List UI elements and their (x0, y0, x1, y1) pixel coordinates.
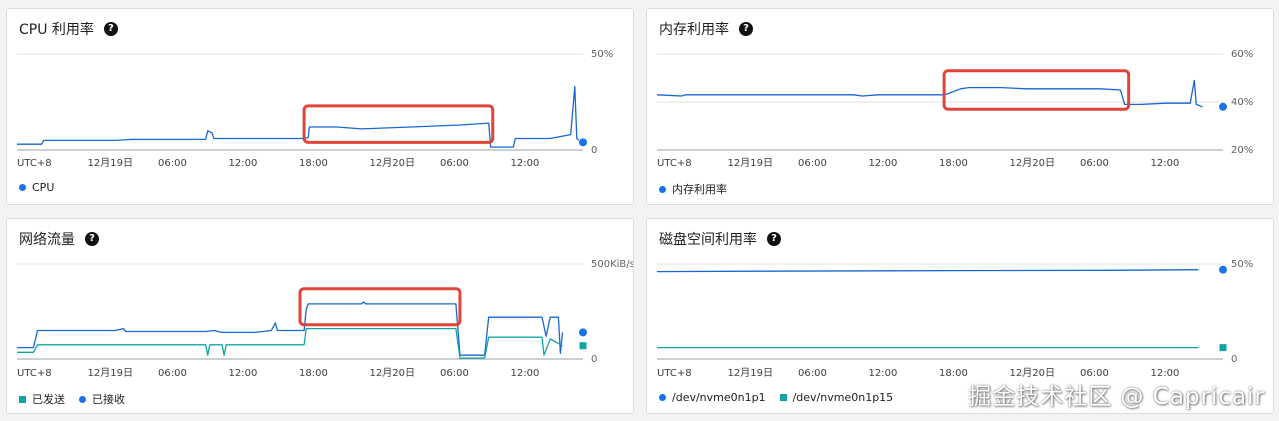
network-traffic-card: 网络流量 ? 500KiB/s 0 UTC+8 12月19日 06:00 12:00 18:… (6, 218, 634, 414)
legend-label-nvme0n1p1: /dev/nvme0n1p1 (672, 391, 766, 404)
legend-item-received[interactable]: 已接收 (79, 391, 125, 407)
x-tick-label: 06:00 (158, 368, 187, 379)
y-axis-mid-label: 40% (1231, 97, 1253, 108)
legend-item-sent[interactable]: 已发送 (19, 391, 65, 407)
x-tick-label: 06:00 (158, 158, 187, 169)
memory-utilization-card: 内存利用率 ? 60% 40% 20% UTC+8 12月19日 06:00 12:00 18… (646, 8, 1274, 205)
x-tick-label: 06:00 (440, 368, 469, 379)
disk-legend: /dev/nvme0n1p1 /dev/nvme0n1p15 (659, 391, 893, 404)
legend-dot-icon (659, 185, 666, 193)
x-tick-label: UTC+8 (657, 158, 692, 169)
series-line-0 (17, 301, 564, 356)
highlight-box (942, 69, 1131, 111)
y-axis-bottom-label: 0 (591, 145, 597, 156)
x-tick-label: 12月19日 (88, 367, 133, 379)
series-line-1 (17, 327, 563, 359)
highlight-box (298, 287, 462, 327)
series-end-marker (1219, 344, 1227, 352)
y-axis-top-label: 60% (1231, 49, 1253, 60)
legend-label-received: 已接收 (92, 393, 125, 406)
x-tick-label: 12月20日 (370, 367, 415, 379)
y-axis-bottom-label: 0 (591, 354, 597, 365)
x-tick-label: 18:00 (299, 158, 328, 169)
y-axis-top-label: 50% (591, 49, 613, 60)
series-end-marker (579, 328, 587, 337)
x-tick-label: UTC+8 (657, 368, 692, 379)
cpu-legend: CPU (19, 181, 54, 194)
series-line-0 (17, 85, 580, 148)
x-tick-label: 12:00 (229, 368, 258, 379)
x-tick-label: 12:00 (229, 158, 258, 169)
x-tick-label: 06:00 (798, 158, 827, 169)
x-tick-label: 12月19日 (88, 157, 133, 169)
legend-label-cpu: CPU (32, 181, 55, 194)
x-tick-label: 12:00 (1151, 158, 1180, 169)
x-tick-label: 12:00 (511, 158, 540, 169)
memory-legend: 内存利用率 (659, 181, 727, 197)
network-legend: 已发送 已接收 (19, 391, 125, 407)
legend-label-memory: 内存利用率 (672, 183, 727, 196)
series-line-0 (656, 269, 1199, 273)
x-tick-label: 12:00 (511, 368, 540, 379)
legend-item-nvme0n1p1[interactable]: /dev/nvme0n1p1 (659, 391, 766, 404)
x-tick-label: 12月19日 (728, 157, 773, 169)
legend-square-icon (19, 395, 26, 403)
legend-dot-icon (79, 395, 86, 403)
x-tick-label: 12:00 (869, 158, 898, 169)
y-axis-bottom-label: 0 (1231, 354, 1237, 365)
x-tick-label: UTC+8 (17, 368, 52, 379)
legend-dot-icon (659, 394, 666, 401)
x-tick-label: 18:00 (939, 158, 968, 169)
y-axis-bottom-label: 20% (1231, 145, 1253, 156)
x-tick-label: 06:00 (798, 368, 827, 379)
cpu-line-chart: 50% 0 UTC+8 12月19日 06:00 12:00 18:00 12月20日 06:0… (17, 49, 613, 169)
x-tick-label: 06:00 (440, 158, 469, 169)
watermark-text: 掘金技术社区 @ Capricair (968, 384, 1265, 410)
cpu-utilization-card: CPU 利用率 ? 50% 0 UTC+8 12月19日 06:00 12:00 18:00… (6, 8, 634, 205)
x-tick-label: 12月19日 (728, 367, 773, 379)
network-line-chart: 500KiB/s 0 UTC+8 12月19日 06:00 12:00 18:00 12月20… (17, 259, 634, 379)
x-tick-label: 12:00 (869, 368, 898, 379)
x-tick-label: 18:00 (939, 368, 968, 379)
y-axis-top-label: 50% (1231, 259, 1253, 270)
legend-item-cpu[interactable]: CPU (19, 181, 54, 194)
x-tick-label: 18:00 (299, 368, 328, 379)
legend-dot-icon (19, 184, 26, 191)
memory-line-chart: 60% 40% 20% UTC+8 12月19日 06:00 12:00 18:00 12月20… (656, 49, 1253, 169)
legend-item-memory[interactable]: 内存利用率 (659, 181, 727, 197)
series-end-marker (579, 138, 587, 147)
legend-label-nvme0n1p15: /dev/nvme0n1p15 (792, 391, 894, 404)
x-tick-label: 12月20日 (1010, 157, 1055, 169)
series-end-marker (1219, 102, 1227, 111)
x-tick-label: 06:00 (1080, 158, 1109, 169)
legend-item-nvme0n1p15[interactable]: /dev/nvme0n1p15 (779, 391, 894, 404)
legend-label-sent: 已发送 (32, 393, 65, 406)
series-line-0 (656, 79, 1203, 108)
series-end-marker (579, 342, 587, 350)
series-end-marker (1219, 265, 1227, 274)
legend-square-icon (779, 394, 787, 401)
y-axis-top-label: 500KiB/s (591, 259, 634, 270)
x-tick-label: 12月20日 (370, 157, 415, 169)
x-tick-label: UTC+8 (17, 158, 52, 169)
